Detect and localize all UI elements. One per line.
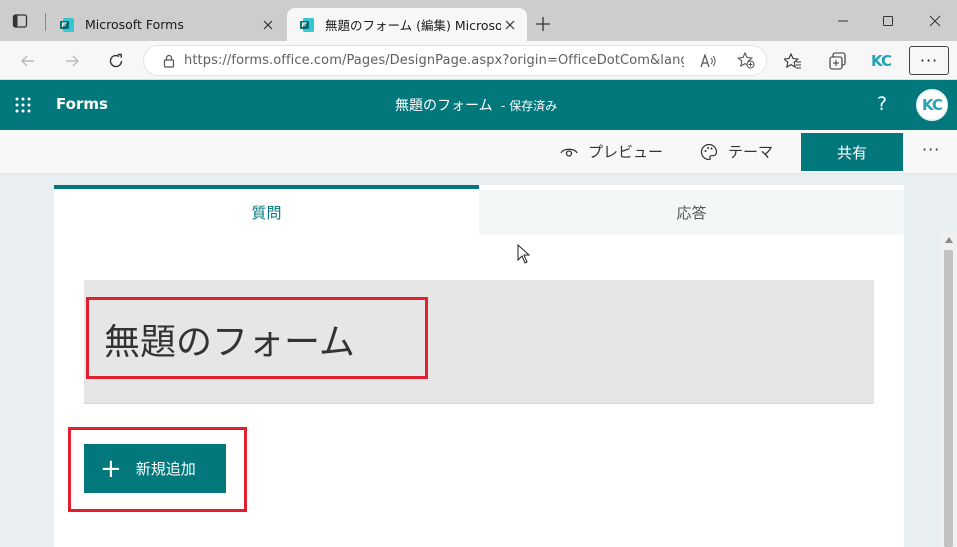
tab-title: Microsoft Forms <box>85 17 184 32</box>
tab-actions-icon[interactable] <box>8 9 32 33</box>
tab-title: 無題のフォーム (編集) Microsoft Fo <box>325 18 501 33</box>
help-icon[interactable]: ? <box>877 93 887 115</box>
highlight-box-title <box>86 297 428 379</box>
app-launcher-icon[interactable] <box>14 96 32 114</box>
command-bar: プレビュー テーマ 共有 ··· <box>0 130 957 174</box>
document-title-text: 無題のフォーム <box>395 98 493 114</box>
forms-favicon-icon <box>60 17 74 32</box>
highlight-box-add-new <box>68 427 247 512</box>
maximize-icon[interactable] <box>877 10 899 32</box>
browser-tab-untitled-form[interactable]: 無題のフォーム (編集) Microsoft Fo <box>287 8 527 41</box>
lock-icon[interactable] <box>154 54 184 68</box>
tab-responses[interactable]: 応答 <box>479 190 904 235</box>
tab-separator <box>45 13 46 31</box>
forms-header: Forms 無題のフォーム - 保存済み ? <box>0 80 957 130</box>
close-icon[interactable] <box>259 16 277 34</box>
theme-label: テーマ <box>728 143 774 161</box>
app-name[interactable]: Forms <box>56 95 108 113</box>
browser-toolbar: https://forms.office.com/Pages/DesignPag… <box>0 41 957 80</box>
refresh-icon[interactable] <box>104 49 128 73</box>
back-icon[interactable] <box>16 49 40 73</box>
browser-menu-button[interactable]: ··· <box>909 46 949 75</box>
collections-icon[interactable] <box>826 49 850 73</box>
read-aloud-icon[interactable] <box>697 46 721 75</box>
eye-icon <box>560 148 578 157</box>
mouse-cursor-icon <box>517 244 530 264</box>
document-title: 無題のフォーム - 保存済み <box>395 95 557 115</box>
address-bar[interactable]: https://forms.office.com/Pages/DesignPag… <box>143 45 767 76</box>
avatar[interactable]: KC <box>916 89 948 121</box>
preview-button[interactable]: プレビュー <box>560 141 663 162</box>
more-options-icon[interactable]: ··· <box>922 140 940 159</box>
browser-tab-microsoft-forms[interactable]: Microsoft Forms <box>47 8 285 41</box>
window-close-icon[interactable] <box>924 10 946 32</box>
profile-icon[interactable]: KC <box>869 49 893 73</box>
close-icon[interactable] <box>501 16 519 34</box>
forward-icon[interactable] <box>60 49 84 73</box>
url-text: https://forms.office.com/Pages/DesignPag… <box>184 53 684 68</box>
tab-questions[interactable]: 質問 <box>54 185 479 235</box>
share-button[interactable]: 共有 <box>801 133 903 171</box>
favorites-icon[interactable] <box>781 49 805 73</box>
forms-favicon-icon <box>300 17 314 32</box>
preview-label: プレビュー <box>588 143 664 161</box>
browser-tab-strip: Microsoft Forms 無題のフォーム (編集) Microsoft F… <box>0 0 957 41</box>
palette-icon <box>700 143 718 160</box>
add-favorite-icon[interactable] <box>734 46 758 75</box>
theme-button[interactable]: テーマ <box>700 141 773 162</box>
scrollbar-thumb[interactable] <box>944 250 953 547</box>
minimize-icon[interactable] <box>832 10 854 32</box>
save-status: - 保存済み <box>501 99 558 113</box>
scroll-up-icon[interactable] <box>945 237 953 243</box>
new-tab-button[interactable] <box>532 13 554 35</box>
